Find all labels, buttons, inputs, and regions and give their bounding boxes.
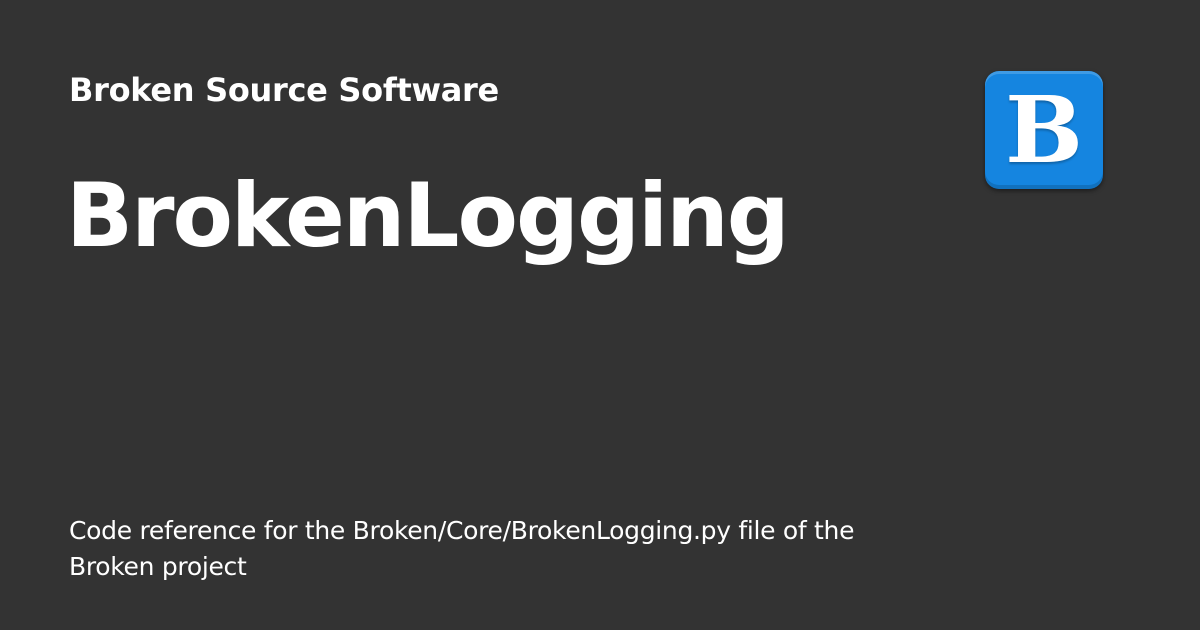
logo-letter: B [1005, 76, 1083, 184]
broken-logo-icon: B [985, 71, 1103, 189]
site-name: Broken Source Software [69, 71, 499, 109]
page-description: Code reference for the Broken/Core/Broke… [69, 516, 855, 581]
page-title: BrokenLogging [66, 164, 790, 267]
